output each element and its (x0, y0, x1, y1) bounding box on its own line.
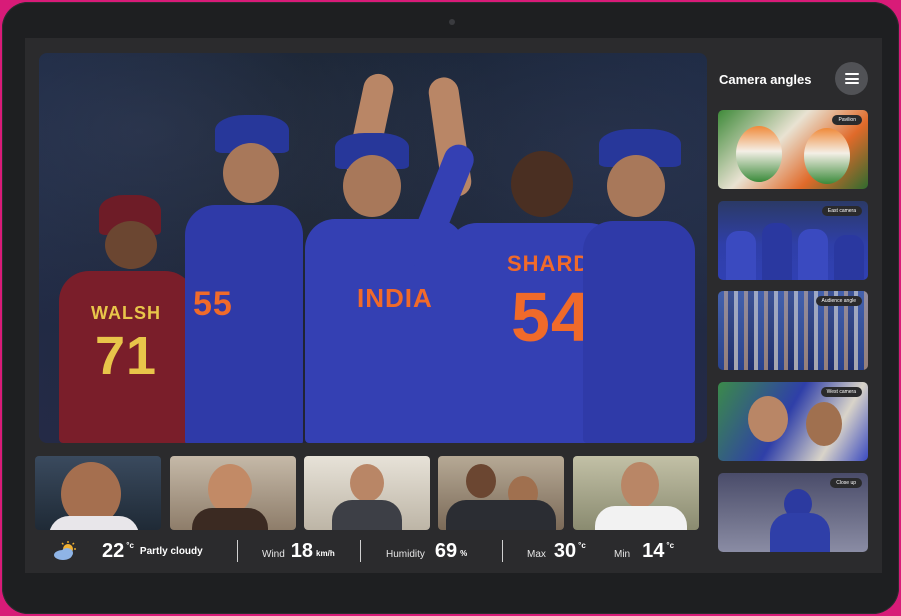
divider (237, 540, 238, 562)
jersey-number-left: 71 (95, 326, 158, 386)
camera-card-east[interactable]: East camera (718, 201, 868, 280)
jersey-partial-text: 55 (193, 285, 233, 323)
weather-icon-wrap (53, 534, 79, 568)
min-value: 14 (642, 539, 665, 562)
wind: Wind 18 km/h (262, 534, 335, 568)
main-video-feed[interactable]: WALSH 71 55 INDIA SHARDUL 54 (39, 53, 707, 443)
camera-label: Audience angle (815, 296, 862, 306)
max-unit: °c (578, 540, 586, 550)
humidity-label: Humidity (386, 548, 425, 560)
camera-card-close-up[interactable]: Close up (718, 473, 868, 552)
temperature: 22 °c Partly cloudy (102, 534, 203, 568)
max-temperature: Max 30 °c (527, 534, 586, 568)
menu-button[interactable] (835, 62, 868, 95)
participant-tile[interactable] (304, 456, 430, 530)
min-temperature: Min 14 °c (614, 534, 674, 568)
participant-tile[interactable] (170, 456, 296, 530)
temperature-unit: °c (126, 540, 134, 550)
participant-tile[interactable] (438, 456, 564, 530)
max-value: 30 (553, 539, 577, 562)
partly-cloudy-icon (54, 541, 76, 560)
front-camera (449, 19, 455, 25)
wind-value: 18 (290, 539, 314, 562)
wind-unit: km/h (316, 548, 335, 558)
participant-strip (35, 456, 701, 530)
divider (502, 540, 503, 562)
player-india-1: 55 (179, 115, 309, 443)
temperature-value: 22 (102, 539, 125, 562)
divider (360, 540, 361, 562)
camera-card-west[interactable]: West camera (718, 382, 868, 461)
wind-label: Wind (262, 548, 285, 560)
player-india-4 (579, 129, 699, 443)
camera-label: East camera (821, 206, 862, 216)
participant-tile[interactable] (35, 456, 161, 530)
humidity-value: 69 (434, 539, 458, 562)
weather-bar: 22 °c Partly cloudy Wind 18 km/h Humidit… (25, 534, 715, 568)
camera-card-audience[interactable]: Audience angle (718, 291, 868, 370)
camera-label: Close up (830, 478, 862, 488)
humidity: Humidity 69 % (386, 534, 467, 568)
camera-angles-title: Camera angles (719, 72, 812, 87)
min-unit: °c (666, 540, 675, 550)
humidity-unit: % (460, 548, 468, 558)
hamburger-menu-icon (844, 73, 859, 84)
min-label: Min (614, 548, 631, 560)
app-screen: WALSH 71 55 INDIA SHARDUL 54 22 °c Partl… (25, 38, 882, 573)
camera-label: West camera (820, 387, 862, 397)
camera-label: Pavilion (832, 115, 862, 125)
tablet-device: WALSH 71 55 INDIA SHARDUL 54 22 °c Partl… (2, 2, 899, 614)
weather-condition: Partly cloudy (139, 545, 203, 557)
jersey-name-left: WALSH (91, 303, 161, 323)
participant-tile[interactable] (573, 456, 699, 530)
camera-card-pavilion[interactable]: Pavilion (718, 110, 868, 189)
max-label: Max (527, 548, 546, 560)
